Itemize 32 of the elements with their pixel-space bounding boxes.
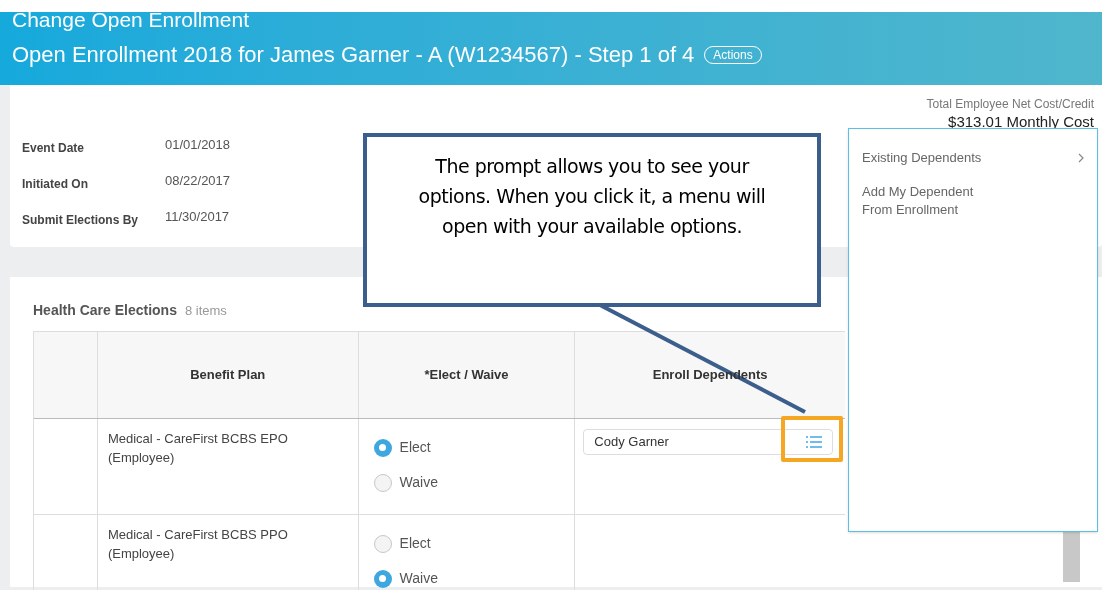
item-count: 8 items	[184, 302, 227, 320]
menu-item[interactable]: Add My Dependent From Enrollment	[849, 175, 1097, 227]
plan-name: Medical - CareFirst BCBS EPO (Employee)	[107, 430, 289, 467]
menu-item[interactable]: Existing Dependents	[849, 141, 1097, 175]
highlight-frame	[781, 416, 843, 462]
column-header: *Elect / Waive	[424, 366, 509, 385]
radio-button[interactable]	[373, 438, 392, 457]
radio-label: Waive	[399, 569, 438, 588]
radio-button[interactable]	[373, 473, 392, 492]
radio-label: Elect	[399, 534, 431, 553]
radio-label: Elect	[399, 438, 431, 457]
column-header: Benefit Plan	[190, 366, 266, 385]
radio-button[interactable]	[373, 569, 392, 588]
field-label: Submit Elections By	[22, 212, 140, 229]
list-icon[interactable]	[806, 435, 823, 449]
plan-name: Medical - CareFirst BCBS PPO (Employee)	[107, 526, 289, 563]
field-label: Event Date	[22, 140, 86, 157]
page-title: Change Open Enrollment	[12, 12, 250, 30]
radio-label: Waive	[399, 473, 438, 492]
field-label: Initiated On	[22, 176, 89, 193]
chevron-right-icon	[1078, 153, 1084, 163]
cost-label: Total Employee Net Cost/Credit	[926, 96, 1094, 113]
field-value: 08/22/2017	[165, 172, 231, 190]
cost-value: $313.01 Monthly Cost	[948, 113, 1094, 131]
page-subtitle: Open Enrollment 2018 for James Garner - A (W1234567) - Step 1 of 4	[12, 42, 695, 68]
section-title: Health Care Elections	[33, 301, 177, 320]
radio-button[interactable]	[373, 534, 392, 553]
callout-text: The prompt allows you to see your options. When you click it, a menu will open with your available options.	[417, 154, 767, 239]
field-value: 11/30/2017	[165, 208, 230, 226]
scrollbar-thumb[interactable]	[1063, 532, 1080, 582]
dependent-field[interactable]: Cody Garner	[583, 429, 834, 455]
field-value: 01/01/2018	[165, 136, 231, 154]
